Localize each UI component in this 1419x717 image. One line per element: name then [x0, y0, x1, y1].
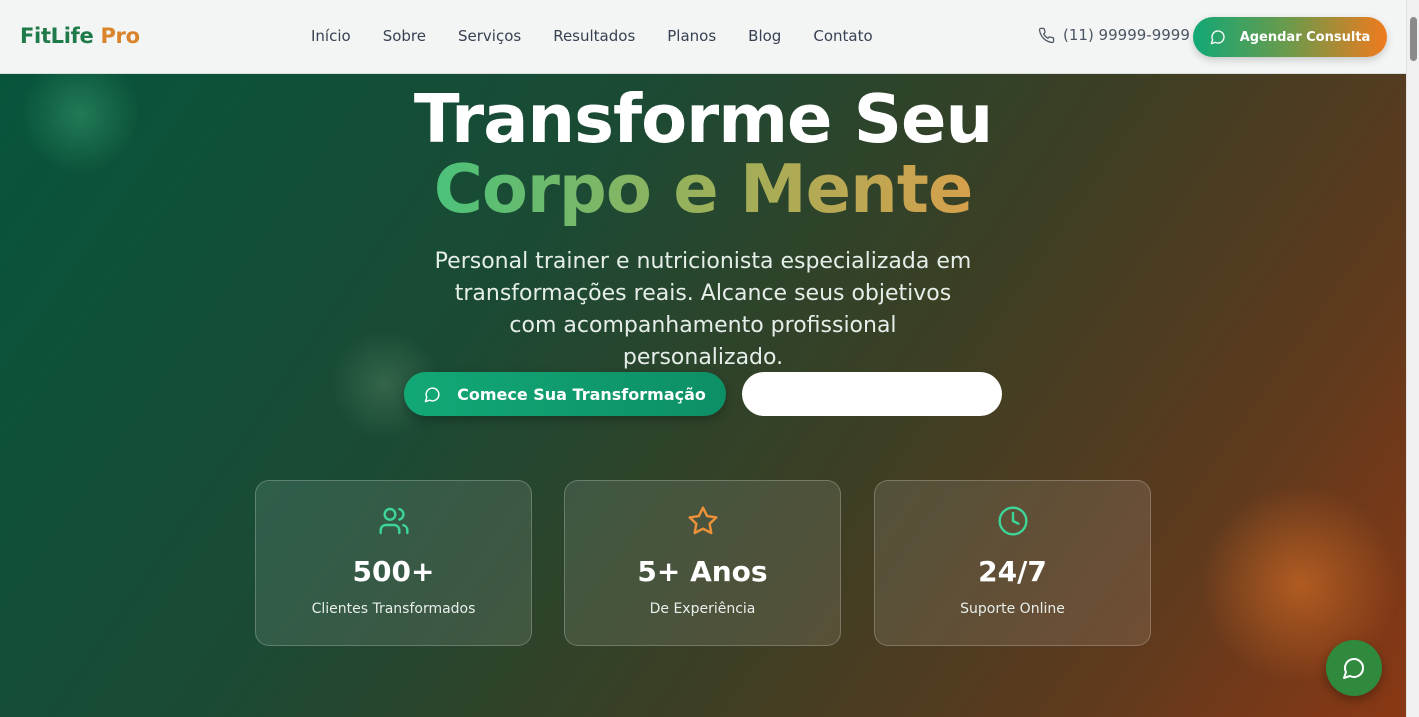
nav-item-servicos[interactable]: Serviços [458, 27, 521, 45]
chat-bubble-icon [424, 386, 440, 402]
nav-item-blog[interactable]: Blog [748, 27, 781, 45]
nav-item-planos[interactable]: Planos [667, 27, 716, 45]
brand-logo[interactable]: FitLife Pro [20, 24, 140, 48]
secondary-hero-button[interactable] [742, 372, 1002, 416]
start-transformation-button[interactable]: Comece Sua Transformação [404, 372, 726, 416]
scrollbar-thumb[interactable] [1410, 17, 1417, 61]
hero-title-line1: Transforme Seu [413, 80, 993, 158]
hero-subtitle: Personal trainer e nutricionista especia… [434, 249, 972, 370]
floating-chat-button[interactable] [1326, 640, 1382, 696]
vertical-scrollbar[interactable] [1406, 0, 1419, 717]
stat-value: 5+ Anos [637, 555, 768, 588]
site-header: FitLife Pro Início Sobre Serviços Result… [0, 0, 1406, 74]
nav-item-sobre[interactable]: Sobre [383, 27, 426, 45]
schedule-consultation-button[interactable]: Agendar Consulta [1193, 17, 1387, 57]
hero-section: Transforme Seu Corpo e Mente Personal tr… [0, 74, 1406, 717]
star-icon [687, 506, 718, 535]
nav-item-resultados[interactable]: Resultados [553, 27, 635, 45]
chat-bubble-icon [1210, 30, 1225, 45]
phone-contact[interactable]: (11) 99999-9999 [1038, 26, 1190, 44]
stat-card-support: 24/7 Suporte Online [874, 480, 1151, 646]
stat-label: De Experiência [649, 601, 756, 617]
main-nav: Início Sobre Serviços Resultados Planos … [311, 27, 905, 45]
nav-item-contato[interactable]: Contato [813, 27, 872, 45]
stat-label: Suporte Online [960, 601, 1065, 617]
users-icon [378, 507, 409, 535]
stat-label: Clientes Transformados [311, 601, 476, 617]
brand-name-part2: Pro [100, 24, 140, 48]
stat-card-experience: 5+ Anos De Experiência [564, 480, 841, 646]
schedule-consultation-label: Agendar Consulta [1239, 29, 1371, 45]
stat-value: 500+ [352, 555, 435, 588]
start-transformation-label: Comece Sua Transformação [457, 384, 706, 404]
phone-icon [1038, 27, 1055, 43]
nav-item-inicio[interactable]: Início [311, 27, 351, 45]
phone-number: (11) 99999-9999 [1063, 26, 1190, 44]
stat-value: 24/7 [978, 555, 1047, 588]
hero-title-line2: Corpo e Mente [0, 150, 1406, 228]
hero-title-gradient-text: Corpo e Mente [433, 150, 974, 228]
chat-bubble-icon [1343, 658, 1364, 679]
stat-card-clients: 500+ Clientes Transformados [255, 480, 532, 646]
brand-name-part1: FitLife [20, 24, 94, 48]
clock-icon [997, 506, 1028, 536]
